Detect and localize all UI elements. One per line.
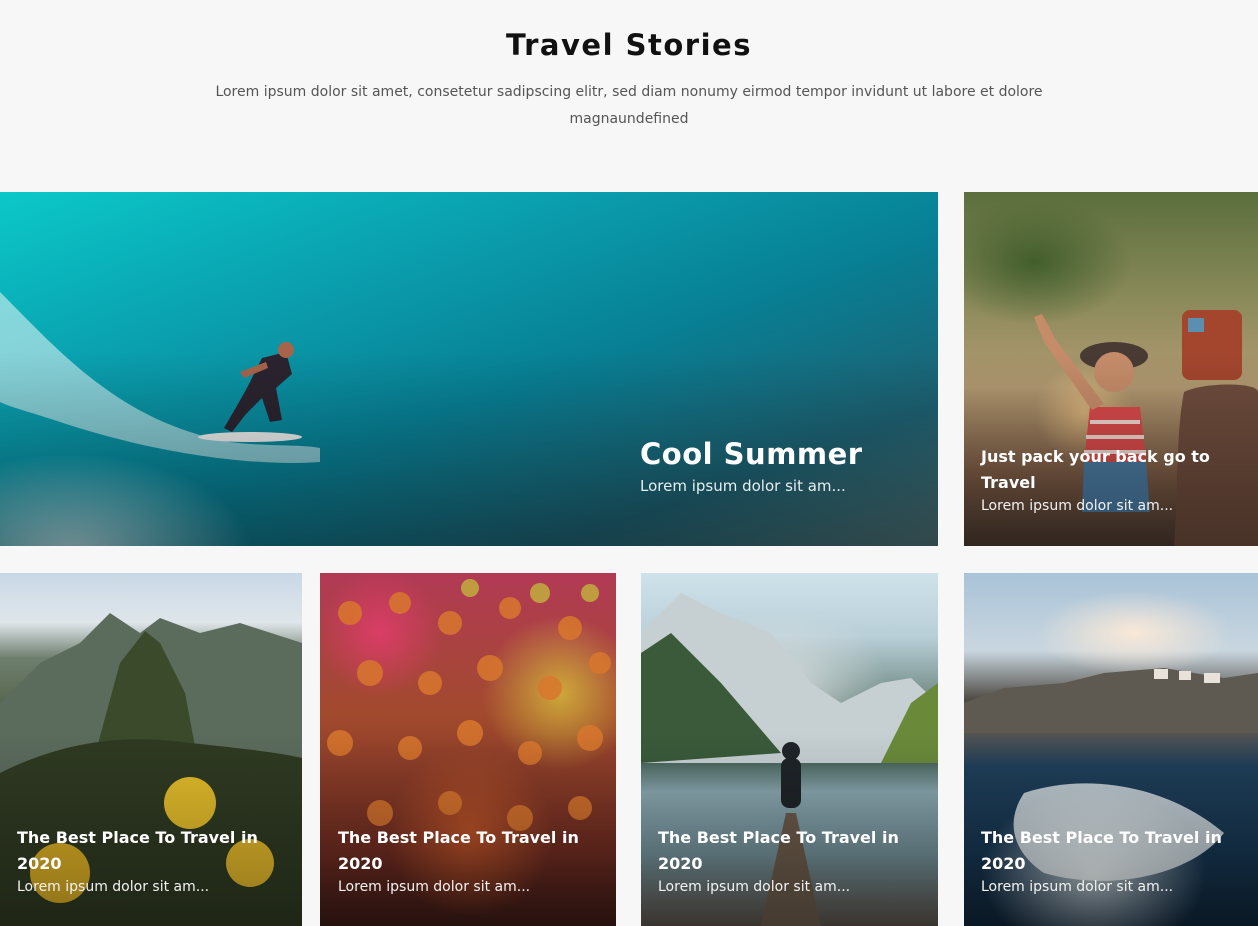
story-card[interactable]: The Best Place To Travel in 2020 Lorem i… — [0, 573, 302, 926]
story-excerpt: Lorem ipsum dolor sit am... — [658, 879, 851, 895]
story-excerpt: Lorem ipsum dolor sit am... — [981, 498, 1174, 514]
story-card-featured[interactable]: Cool Summer Lorem ipsum dolor sit am... — [0, 192, 938, 546]
story-excerpt: Lorem ipsum dolor sit am... — [17, 879, 210, 895]
story-title[interactable]: The Best Place To Travel in 2020 — [981, 825, 1247, 877]
story-excerpt: Lorem ipsum dolor sit am... — [981, 879, 1174, 895]
story-card[interactable]: The Best Place To Travel in 2020 Lorem i… — [320, 573, 616, 926]
story-excerpt: Lorem ipsum dolor sit am... — [640, 477, 846, 495]
section-description: Lorem ipsum dolor sit amet, consetetur s… — [215, 84, 1043, 127]
story-card[interactable]: The Best Place To Travel in 2020 Lorem i… — [641, 573, 938, 926]
page-title: Travel Stories — [506, 28, 752, 62]
story-excerpt: Lorem ipsum dolor sit am... — [338, 879, 531, 895]
story-title[interactable]: The Best Place To Travel in 2020 — [338, 825, 604, 877]
story-title[interactable]: Just pack your back go to Travel — [981, 444, 1241, 496]
story-title[interactable]: The Best Place To Travel in 2020 — [17, 825, 287, 877]
story-card[interactable]: Just pack your back go to Travel Lorem i… — [964, 192, 1258, 546]
story-title[interactable]: Cool Summer — [640, 436, 920, 472]
story-card[interactable]: The Best Place To Travel in 2020 Lorem i… — [964, 573, 1258, 926]
story-title[interactable]: The Best Place To Travel in 2020 — [658, 825, 924, 877]
